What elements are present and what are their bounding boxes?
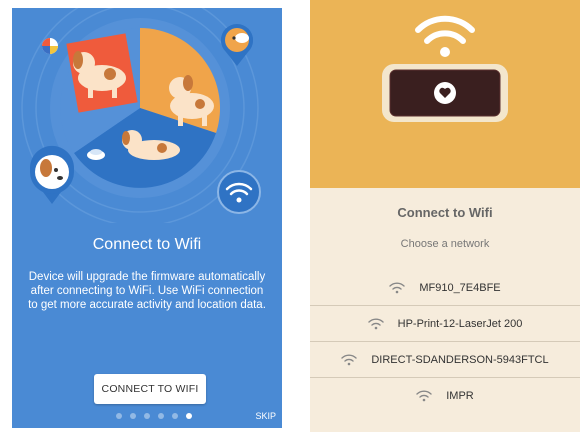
wifi-icon [389, 281, 406, 293]
network-item[interactable]: IMPR [310, 378, 580, 414]
tracker-device-icon [382, 64, 508, 122]
page-dot [172, 413, 178, 419]
page-dot [130, 413, 136, 419]
network-list: MF910_7E4BFE HP-Print-12-LaserJet 200 DI… [310, 270, 580, 414]
location-pin-icon [29, 145, 74, 204]
onboarding-screen: Connect to Wifi Device will upgrade the … [12, 8, 282, 428]
network-item[interactable]: MF910_7E4BFE [310, 270, 580, 306]
ball-icon [42, 38, 58, 54]
skip-button[interactable]: SKIP [255, 411, 276, 421]
wifi-select-screen: Connect to Wifi Choose a network MF910_7… [310, 0, 580, 432]
wifi-signal-icon [415, 15, 475, 57]
page-dot-active [186, 413, 192, 419]
wifi-screen-title: Connect to Wifi [397, 205, 493, 220]
page-title: Connect to Wifi [92, 236, 202, 253]
page-dot [116, 413, 122, 419]
dogs-pie-illustration [21, 8, 261, 223]
network-name: MF910_7E4BFE [419, 281, 501, 294]
network-item[interactable]: DIRECT-SDANDERSON-5943FTCL [310, 342, 580, 378]
network-name: DIRECT-SDANDERSON-5943FTCL [371, 353, 549, 366]
wifi-icon [341, 353, 358, 365]
network-name: HP-Print-12-LaserJet 200 [397, 317, 523, 330]
connect-to-wifi-button[interactable]: CONNECT TO WIFI [94, 374, 206, 404]
wifi-icon [416, 390, 432, 402]
wifi-badge-icon [217, 170, 261, 214]
device-banner [310, 0, 580, 188]
network-item[interactable]: HP-Print-12-LaserJet 200 [310, 306, 580, 342]
page-dot [144, 413, 150, 419]
page-description: Device will upgrade the firmware automat… [28, 271, 266, 311]
wifi-icon [367, 317, 384, 329]
page-indicator [116, 413, 192, 421]
wifi-screen-subtitle: Choose a network [400, 238, 490, 250]
network-name: IMPR [446, 390, 474, 402]
page-dot [158, 413, 164, 419]
